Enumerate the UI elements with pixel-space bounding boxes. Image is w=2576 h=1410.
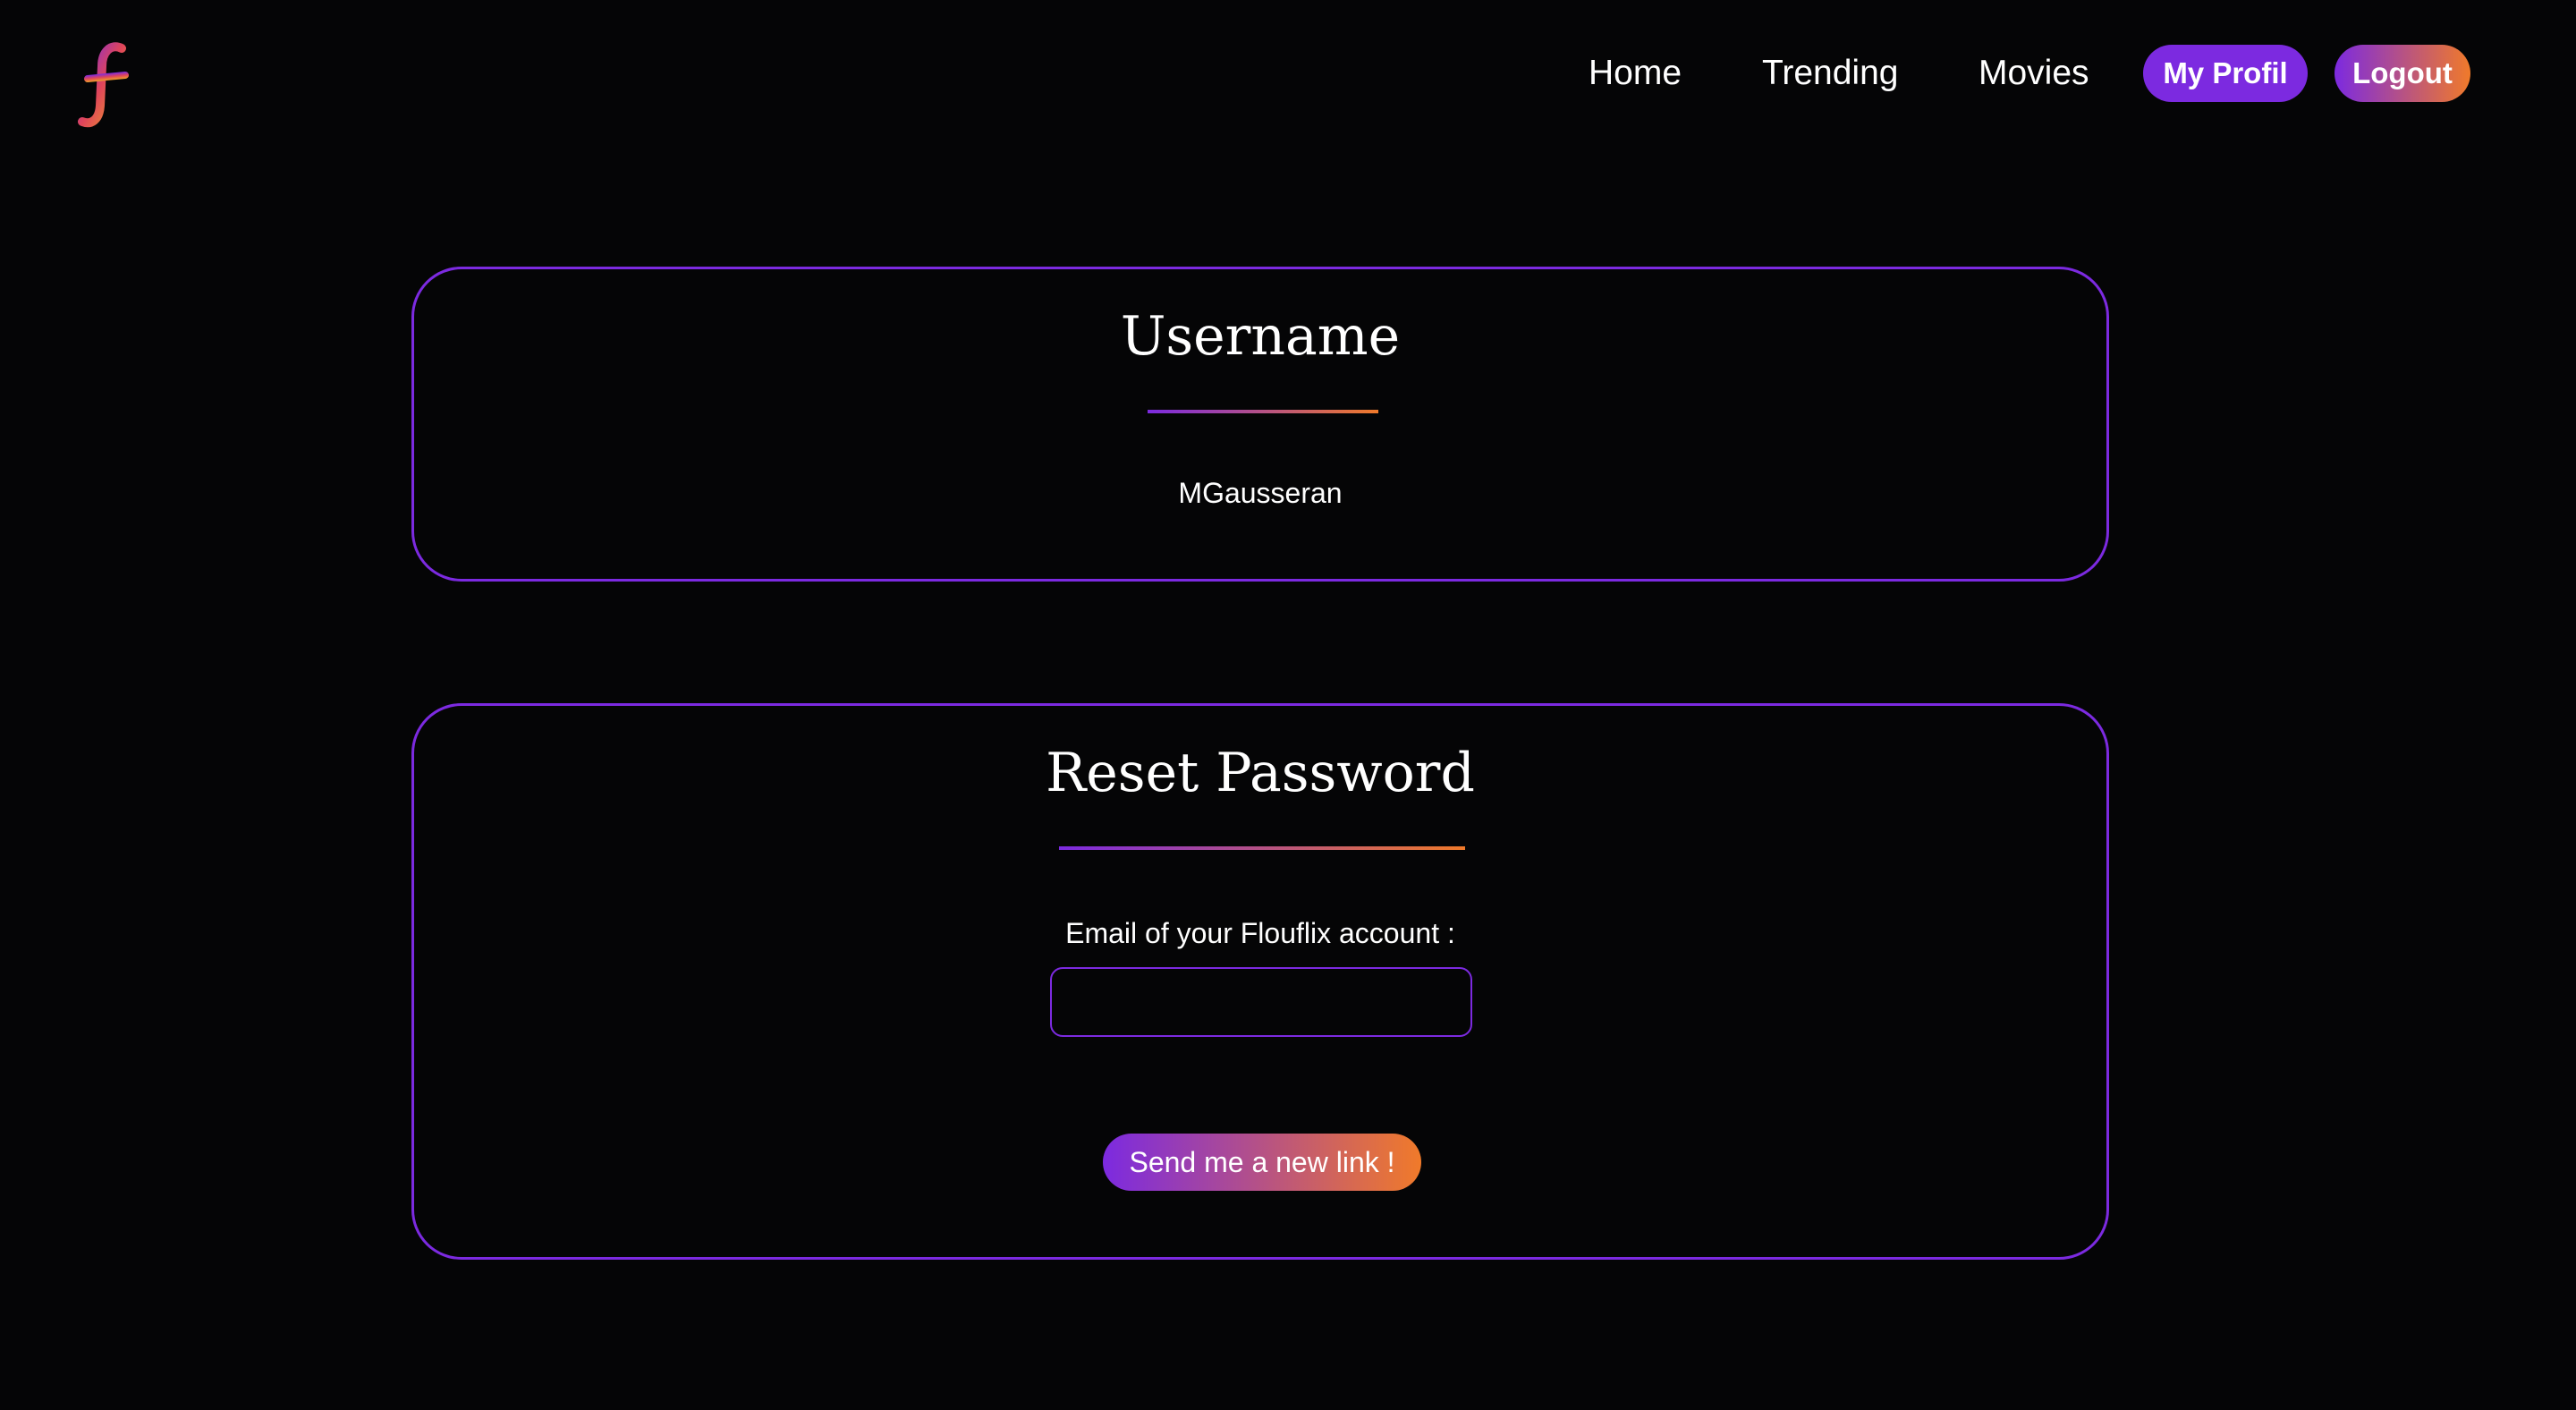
reset-password-title-underline — [1059, 846, 1465, 850]
my-profil-button[interactable]: My Profil — [2143, 45, 2308, 102]
username-title-underline — [1148, 410, 1378, 413]
logout-button[interactable]: Logout — [2334, 45, 2470, 102]
nav-movies-link[interactable]: Movies — [1979, 48, 2089, 98]
send-new-link-button[interactable]: Send me a new link ! — [1103, 1134, 1421, 1191]
username-title: Username — [1120, 305, 1401, 368]
email-input[interactable] — [1050, 967, 1472, 1037]
email-label: Email of your Flouflix account : — [1065, 917, 1455, 949]
nav-trending-link[interactable]: Trending — [1762, 48, 1898, 98]
flouflix-logo-icon[interactable] — [75, 39, 140, 132]
reset-password-title: Reset Password — [1046, 742, 1475, 804]
username-value: MGausseran — [1178, 477, 1343, 509]
nav-home-link[interactable]: Home — [1589, 48, 1682, 98]
username-card: Username MGausseran — [411, 267, 2109, 582]
reset-password-card: Reset Password Email of your Flouflix ac… — [411, 703, 2109, 1260]
